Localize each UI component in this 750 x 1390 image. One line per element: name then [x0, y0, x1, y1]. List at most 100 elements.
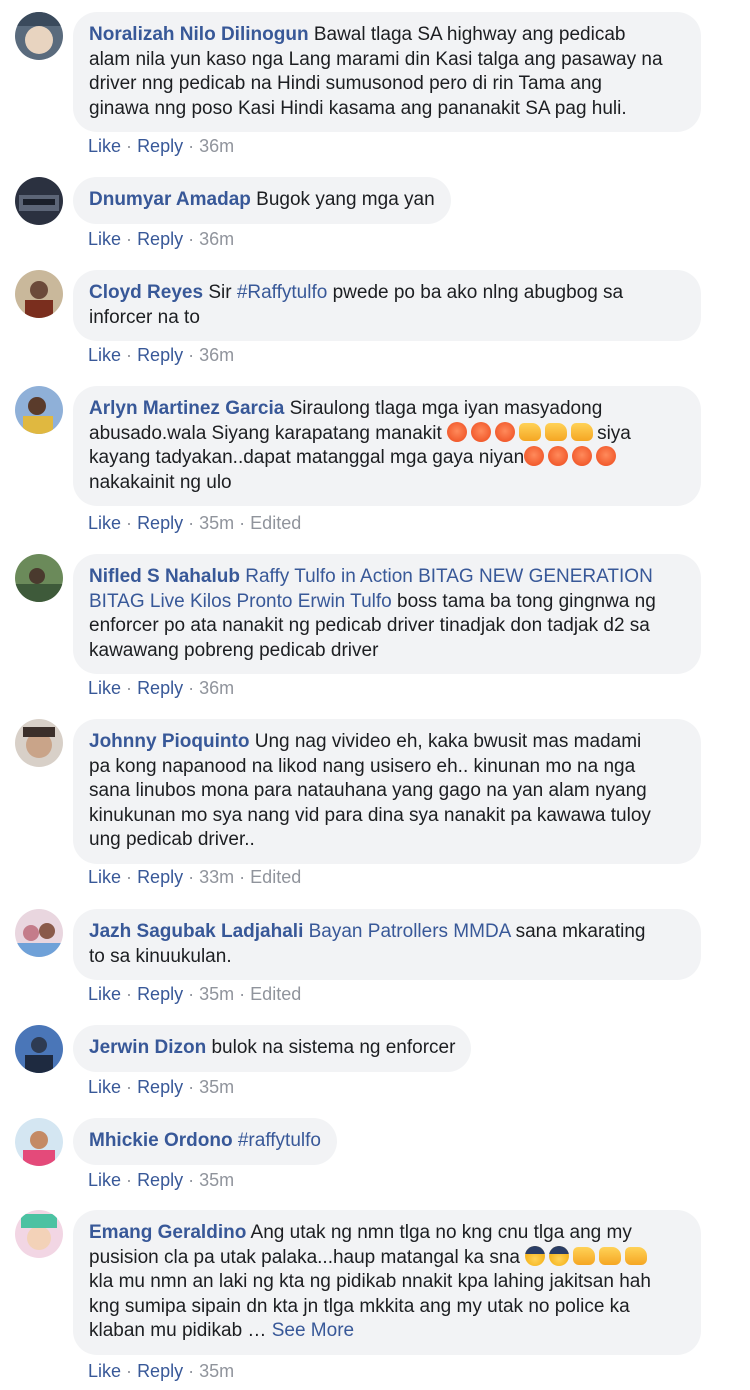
avatar[interactable]	[15, 1118, 63, 1166]
like-link[interactable]: Like	[88, 678, 121, 698]
comment-timestamp[interactable]: 35m	[199, 984, 234, 1004]
angry-face-icon	[572, 446, 593, 466]
comment-text: Sir	[208, 282, 237, 303]
comment-text: pwede po ba ako nlng abugbog sa	[327, 282, 624, 303]
reply-link[interactable]: Reply	[137, 678, 183, 698]
angry-face-icon	[548, 446, 569, 466]
comment-author[interactable]: Mhickie Ordono	[89, 1130, 233, 1151]
comment-timestamp[interactable]: 36m	[199, 136, 234, 156]
comment-actions: Like · Reply · 36m	[88, 229, 235, 249]
comment-text: kinukunan mo sya nang vid para dina sya …	[89, 804, 651, 826]
comment-text: siya	[597, 422, 631, 444]
avatar[interactable]	[15, 1210, 63, 1258]
comment-author[interactable]: Emang Geraldino	[89, 1222, 246, 1243]
comment-timestamp[interactable]: 35m	[199, 1361, 234, 1381]
comment-bubble: Johnny Pioquinto Ung nag vivideo eh, kak…	[73, 719, 701, 864]
like-link[interactable]: Like	[88, 1361, 121, 1381]
comment-text: kng sumipa sipain dn kta jn tlga mkkita …	[89, 1295, 630, 1317]
comment-text: kla mu nmn an laki ng kta ng pidikab nna…	[89, 1271, 651, 1292]
comment-actions: Like · Reply · 36m	[88, 678, 235, 698]
comment-text: sana mkarating	[510, 921, 646, 942]
comment-timestamp[interactable]: 36m	[199, 345, 234, 365]
comment-author[interactable]: Arlyn Martinez Garcia	[89, 398, 284, 419]
avatar[interactable]	[15, 1025, 63, 1073]
like-link[interactable]: Like	[88, 513, 121, 533]
comment-timestamp[interactable]: 35m	[199, 1077, 234, 1097]
comment-timestamp[interactable]: 35m	[199, 513, 234, 533]
avatar[interactable]	[15, 270, 63, 318]
comment-author[interactable]: Cloyd Reyes	[89, 282, 203, 303]
police-officer-icon	[549, 1245, 570, 1266]
comment-timestamp[interactable]: 36m	[199, 678, 234, 698]
comment-author[interactable]: Dnumyar Amadap	[89, 189, 251, 210]
comment-author[interactable]: Noralizah Nilo Dilinogun	[89, 24, 309, 45]
comment-text: Ang utak ng nmn tlga no kng cnu tlga ang…	[250, 1222, 632, 1243]
like-link[interactable]: Like	[88, 136, 121, 156]
comment-timestamp[interactable]: 33m	[199, 867, 234, 887]
comment-timestamp[interactable]: 36m	[199, 229, 234, 249]
reply-link[interactable]: Reply	[137, 1170, 183, 1190]
comment-actions: Like · Reply · 35m · Edited	[88, 984, 302, 1004]
reply-link[interactable]: Reply	[137, 1361, 183, 1381]
comment-actions: Like · Reply · 35m	[88, 1170, 235, 1190]
reply-link[interactable]: Reply	[137, 867, 183, 887]
page-tag-links[interactable]: BITAG Live Kilos Pronto Erwin Tulfo	[89, 591, 392, 612]
like-link[interactable]: Like	[88, 867, 121, 887]
comment-text: kayang tadyakan..dapat matanggal mga gay…	[89, 447, 525, 468]
avatar[interactable]	[15, 386, 63, 434]
comment-bubble: Jazh Sagubak Ladjahali Bayan Patrollers …	[73, 909, 701, 980]
comment-bubble: Arlyn Martinez Garcia Siraulong tlaga mg…	[73, 386, 701, 506]
like-link[interactable]: Like	[88, 345, 121, 365]
angry-face-icon	[524, 446, 545, 466]
edited-label: Edited	[250, 513, 302, 533]
comment-actions: Like · Reply · 35m	[88, 1077, 235, 1097]
oncoming-fist-icon	[519, 422, 542, 441]
comment-bubble: Mhickie Ordono #raffytulfo	[73, 1118, 337, 1165]
comment-author[interactable]: Nifled S Nahalub	[89, 566, 240, 587]
comment-text: boss tama ba tong gingnwa ng	[391, 590, 656, 612]
comment-text: bulok na sistema ng enforcer	[211, 1037, 456, 1058]
comment-text: driver nng pedicab na Hindi sumusonod pe…	[89, 73, 602, 94]
see-more-link[interactable]: See More	[272, 1320, 354, 1341]
comment-text: nakakainit ng ulo	[89, 471, 232, 493]
comment-text: Bugok yang mga yan	[256, 189, 435, 210]
comment-text: ginawa nng poso Kasi Hindi kasama ang pa…	[89, 97, 627, 119]
comment-actions: Like · Reply · 35m · Edited	[88, 513, 302, 533]
oncoming-fist-icon	[571, 422, 594, 441]
comment-text: Siraulong tlaga mga iyan masyadong	[289, 398, 603, 419]
comment-text: inforcer na to	[89, 306, 200, 328]
angry-face-icon	[471, 421, 492, 442]
comment-author[interactable]: Johnny Pioquinto	[89, 731, 249, 752]
like-link[interactable]: Like	[88, 229, 121, 249]
comment-author[interactable]: Jerwin Dizon	[89, 1037, 206, 1058]
like-link[interactable]: Like	[88, 1170, 121, 1190]
reply-link[interactable]: Reply	[137, 345, 183, 365]
page-tag-links[interactable]: Raffy Tulfo in Action BITAG NEW GENERATI…	[245, 566, 653, 587]
avatar[interactable]	[15, 719, 63, 767]
comment-bubble: Nifled S Nahalub Raffy Tulfo in Action B…	[73, 554, 701, 674]
reply-link[interactable]: Reply	[137, 229, 183, 249]
avatar[interactable]	[15, 909, 63, 957]
angry-face-icon	[495, 421, 516, 442]
page-tag-link[interactable]: Bayan Patrollers MMDA	[309, 921, 511, 942]
comment-timestamp[interactable]: 35m	[199, 1170, 234, 1190]
hashtag-link[interactable]: #raffytulfo	[238, 1130, 321, 1151]
comment-author[interactable]: Jazh Sagubak Ladjahali	[89, 921, 303, 942]
reply-link[interactable]: Reply	[137, 513, 183, 533]
reply-link[interactable]: Reply	[137, 984, 183, 1004]
avatar[interactable]	[15, 554, 63, 602]
reply-link[interactable]: Reply	[137, 136, 183, 156]
like-link[interactable]: Like	[88, 1077, 121, 1097]
comment-text: Ung nag vivideo eh, kaka bwusit mas mada…	[254, 731, 642, 752]
comment-text: kawawang pobreng pedicab driver	[89, 639, 379, 661]
like-link[interactable]: Like	[88, 984, 121, 1004]
hashtag-link[interactable]: #Raffytulfo	[237, 282, 327, 303]
comment-actions: Like · Reply · 35m	[88, 1361, 235, 1381]
comment-actions: Like · Reply · 36m	[88, 136, 235, 156]
police-officer-icon	[525, 1245, 546, 1266]
comment-bubble: Noralizah Nilo Dilinogun Bawal tlaga SA …	[73, 12, 701, 132]
avatar[interactable]	[15, 177, 63, 225]
reply-link[interactable]: Reply	[137, 1077, 183, 1097]
avatar[interactable]	[15, 12, 63, 60]
comment-text: ung pedicab driver..	[89, 829, 255, 850]
